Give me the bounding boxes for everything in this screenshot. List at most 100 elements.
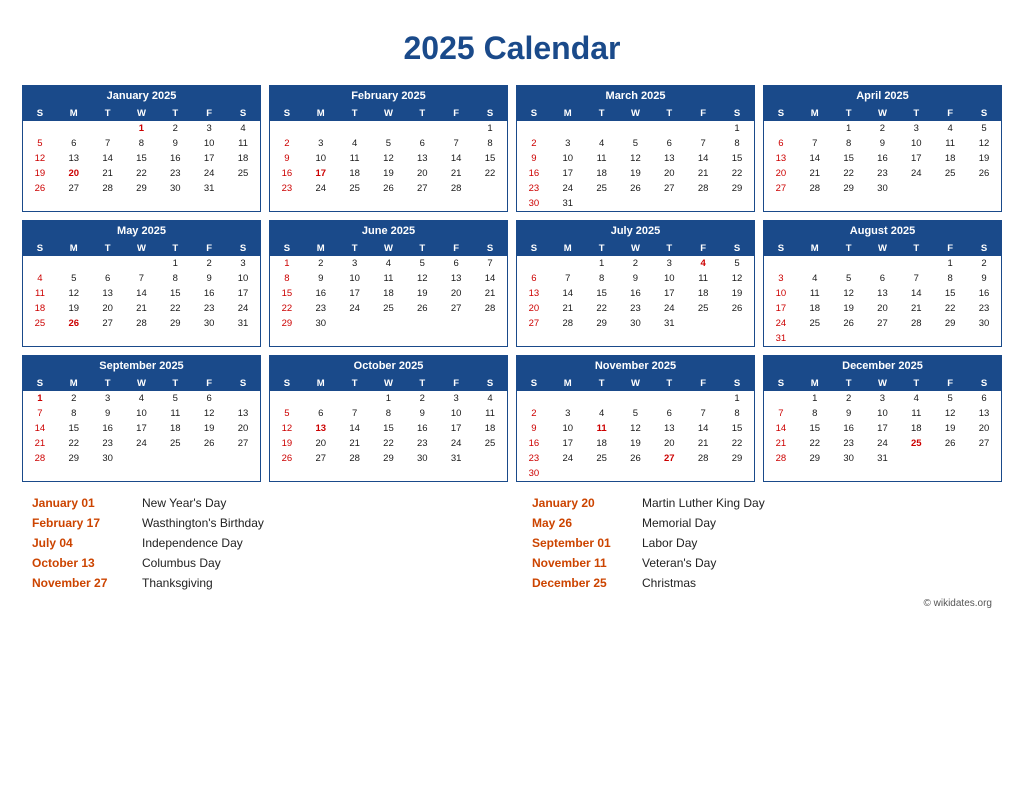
- holiday-row: November 27Thanksgiving: [32, 576, 492, 590]
- day-cell: [764, 256, 798, 271]
- day-cell: 11: [585, 421, 619, 436]
- holiday-date: November 27: [32, 576, 142, 590]
- day-cell: 2: [517, 136, 551, 151]
- day-cell: 11: [226, 136, 260, 151]
- day-cell: 22: [832, 166, 866, 181]
- week-row: 24252627282930: [764, 316, 1001, 331]
- holiday-row: January 20Martin Luther King Day: [532, 496, 992, 510]
- day-cell: 21: [439, 166, 473, 181]
- day-cell: 19: [619, 436, 653, 451]
- day-cell: 15: [372, 421, 406, 436]
- day-cell: 25: [473, 436, 507, 451]
- day-cell: [899, 256, 933, 271]
- day-cell: [652, 121, 686, 136]
- holiday-row: May 26Memorial Day: [532, 516, 992, 530]
- day-cell: 19: [720, 286, 754, 301]
- week-row: 2345678: [517, 136, 754, 151]
- calendar-page: 2025 Calendar January 2025SMTWTFS1234567…: [22, 20, 1002, 609]
- month-table-5: SMTWTFS123456789101112131415161718192021…: [270, 241, 507, 331]
- day-cell: 22: [473, 166, 507, 181]
- day-cell: 1: [473, 121, 507, 136]
- day-header: M: [798, 376, 832, 391]
- day-cell: [899, 181, 933, 196]
- day-header: S: [720, 376, 754, 391]
- day-header: T: [832, 106, 866, 121]
- day-header: T: [405, 106, 439, 121]
- day-cell: 20: [652, 166, 686, 181]
- day-cell: 10: [125, 406, 159, 421]
- day-cell: 6: [652, 136, 686, 151]
- day-cell: 1: [270, 256, 304, 271]
- day-cell: 4: [226, 121, 260, 136]
- day-cell: 20: [304, 436, 338, 451]
- week-row: 16171819202122: [517, 436, 754, 451]
- day-header: S: [764, 241, 798, 256]
- day-cell: 12: [967, 136, 1001, 151]
- day-cell: 8: [57, 406, 91, 421]
- day-cell: 20: [439, 286, 473, 301]
- day-cell: 13: [91, 286, 125, 301]
- day-cell: 4: [899, 391, 933, 406]
- holiday-name: Martin Luther King Day: [642, 496, 765, 510]
- day-header: W: [372, 241, 406, 256]
- day-cell: 24: [866, 436, 900, 451]
- week-row: 9101112131415: [517, 421, 754, 436]
- month-header-10: November 2025: [517, 356, 754, 376]
- day-cell: 21: [686, 436, 720, 451]
- day-cell: 18: [933, 151, 967, 166]
- day-cell: 26: [23, 181, 57, 196]
- day-cell: 14: [764, 421, 798, 436]
- week-row: 12345: [764, 121, 1001, 136]
- day-cell: 19: [832, 301, 866, 316]
- day-cell: 8: [372, 406, 406, 421]
- day-cell: [551, 121, 585, 136]
- holiday-name: Columbus Day: [142, 556, 221, 570]
- week-row: 123456: [764, 391, 1001, 406]
- day-header: T: [338, 241, 372, 256]
- day-cell: 13: [226, 406, 260, 421]
- day-cell: [338, 391, 372, 406]
- day-cell: 28: [23, 451, 57, 466]
- day-cell: 12: [23, 151, 57, 166]
- day-cell: [473, 181, 507, 196]
- day-cell: [764, 121, 798, 136]
- day-cell: [23, 121, 57, 136]
- day-header: T: [338, 376, 372, 391]
- day-cell: 18: [23, 301, 57, 316]
- day-header: S: [23, 376, 57, 391]
- day-cell: 10: [192, 136, 226, 151]
- day-cell: 30: [158, 181, 192, 196]
- day-cell: 30: [866, 181, 900, 196]
- day-cell: 5: [23, 136, 57, 151]
- holiday-name: New Year's Day: [142, 496, 226, 510]
- day-cell: 1: [585, 256, 619, 271]
- day-cell: 12: [405, 271, 439, 286]
- day-cell: 25: [686, 301, 720, 316]
- day-cell: 20: [226, 421, 260, 436]
- day-cell: 3: [551, 406, 585, 421]
- day-cell: 19: [270, 436, 304, 451]
- day-header: W: [866, 241, 900, 256]
- day-cell: 22: [125, 166, 159, 181]
- week-row: 282930: [23, 451, 260, 466]
- week-row: 31: [764, 331, 1001, 346]
- week-row: 21222324252627: [23, 436, 260, 451]
- day-cell: 12: [720, 271, 754, 286]
- week-row: 262728293031: [270, 451, 507, 466]
- day-cell: 13: [652, 421, 686, 436]
- day-cell: 8: [832, 136, 866, 151]
- day-header: T: [899, 106, 933, 121]
- day-cell: 26: [372, 181, 406, 196]
- day-cell: [686, 391, 720, 406]
- day-header: T: [405, 241, 439, 256]
- week-row: 16171819202122: [270, 166, 507, 181]
- day-cell: 16: [619, 286, 653, 301]
- copyright: © wikidates.org: [22, 598, 1002, 609]
- day-cell: [585, 196, 619, 211]
- day-cell: 17: [899, 151, 933, 166]
- day-cell: 27: [439, 301, 473, 316]
- day-header: S: [270, 241, 304, 256]
- day-cell: 23: [832, 436, 866, 451]
- day-cell: 17: [764, 301, 798, 316]
- day-cell: 27: [967, 436, 1001, 451]
